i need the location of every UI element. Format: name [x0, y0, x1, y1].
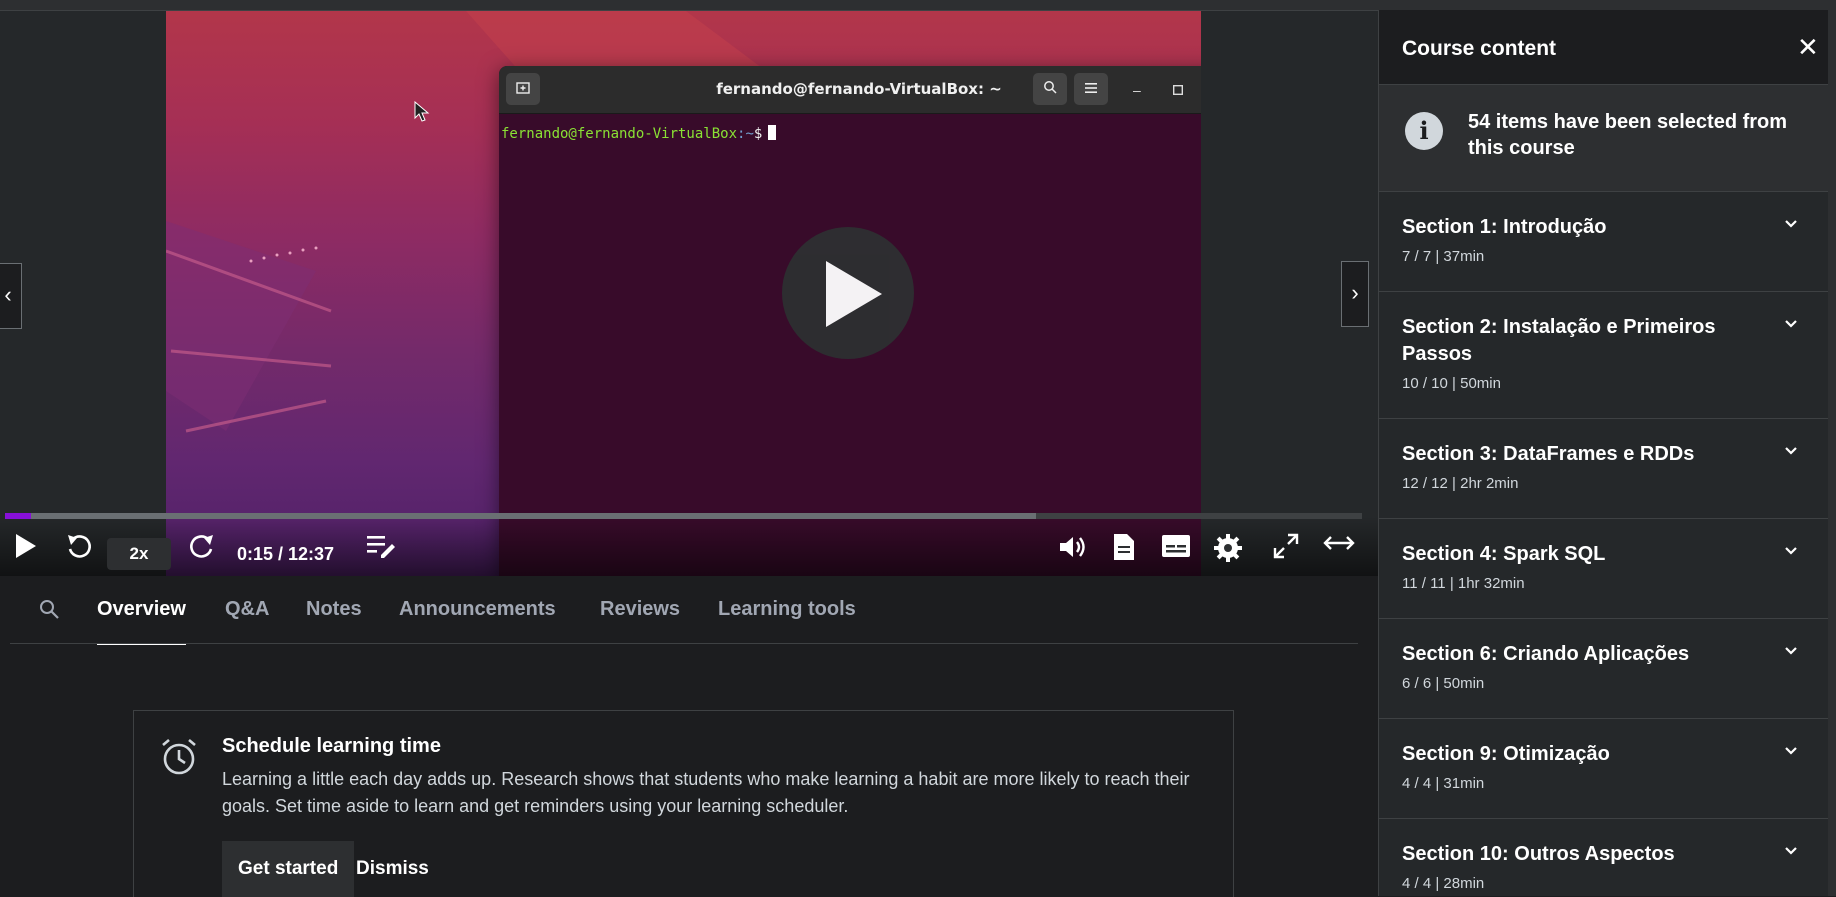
- selection-notice: i 54 items have been selected from this …: [1379, 85, 1836, 192]
- sidebar-title: Course content: [1402, 37, 1557, 60]
- chevron-down-icon: [1785, 647, 1797, 655]
- tab-qa[interactable]: Q&A: [225, 598, 269, 621]
- course-tabs: Overview Q&A Notes Announcements Reviews…: [0, 576, 1378, 645]
- forward-icon: [190, 535, 213, 558]
- mouse-pointer-icon: [414, 101, 430, 122]
- section-meta: 11 / 11 | 1hr 32min: [1402, 575, 1525, 592]
- progress-played: [5, 513, 31, 519]
- captions-icon: [1162, 535, 1190, 557]
- schedule-title: Schedule learning time: [222, 735, 441, 757]
- prompt-path: :~: [737, 126, 754, 142]
- transcript-button[interactable]: [1112, 533, 1136, 566]
- maximize-icon[interactable]: [1172, 82, 1184, 98]
- get-started-button[interactable]: Get started: [222, 841, 355, 897]
- video-player[interactable]: fernando@fernando-VirtualBox: ~ – ✕ fern…: [0, 11, 1378, 576]
- section-title: Section 1: Introdução: [1402, 216, 1607, 238]
- section-6[interactable]: Section 6: Criando Aplicações 6 / 6 | 50…: [1379, 619, 1836, 719]
- play-button[interactable]: [14, 533, 38, 564]
- section-meta: 6 / 6 | 50min: [1402, 675, 1485, 692]
- settings-icon: [1214, 534, 1242, 562]
- section-10[interactable]: Section 10: Outros Aspectos 4 / 4 | 28mi…: [1379, 819, 1836, 896]
- prompt-user: fernando@fernando-VirtualBox: [501, 126, 738, 142]
- sidebar-scrollbar[interactable]: [1828, 10, 1836, 896]
- progress-bar[interactable]: [5, 513, 1362, 519]
- chevron-down-icon: [1785, 220, 1797, 228]
- close-icon[interactable]: ✕: [1797, 32, 1819, 63]
- notes-icon: [367, 536, 395, 558]
- chevron-down-icon: [1785, 847, 1797, 855]
- time-display: 0:15 / 12:37: [237, 544, 335, 564]
- chevron-down-icon: [1785, 320, 1797, 328]
- section-meta: 4 / 4 | 28min: [1402, 875, 1485, 892]
- transcript-icon: [1114, 534, 1134, 560]
- next-lecture-button[interactable]: ›: [1341, 261, 1369, 327]
- terminal-titlebar[interactable]: fernando@fernando-VirtualBox: ~ – ✕: [499, 66, 1201, 114]
- prompt-symbol: $: [753, 126, 763, 142]
- section-3[interactable]: Section 3: DataFrames e RDDs 12 / 12 | 2…: [1379, 419, 1836, 519]
- add-note-button[interactable]: [366, 533, 396, 564]
- section-title: Section 6: Criando Aplicações: [1402, 643, 1690, 665]
- terminal-title: fernando@fernando-VirtualBox: ~: [716, 80, 1002, 98]
- fullscreen-icon: [1273, 533, 1299, 559]
- info-icon: i: [1405, 112, 1443, 150]
- sidebar-header: Course content ✕: [1379, 10, 1836, 85]
- section-9[interactable]: Section 9: Otimização 4 / 4 | 31min: [1379, 719, 1836, 819]
- play-icon: [16, 534, 36, 558]
- hamburger-menu-icon[interactable]: [1074, 73, 1108, 105]
- dismiss-button[interactable]: Dismiss: [340, 841, 445, 897]
- section-meta: 10 / 10 | 50min: [1402, 375, 1501, 392]
- section-2[interactable]: Section 2: Instalação e Primeiros Passos…: [1379, 292, 1836, 419]
- forward-button[interactable]: [189, 533, 215, 566]
- schedule-description: Learning a little each day adds up. Rese…: [222, 769, 1190, 816]
- section-meta: 12 / 12 | 2hr 2min: [1402, 475, 1519, 492]
- chevron-down-icon: [1785, 747, 1797, 755]
- chevron-down-icon: [1785, 447, 1797, 455]
- play-icon: [826, 261, 882, 327]
- expand-button[interactable]: [1323, 533, 1355, 558]
- alarm-clock-icon: [159, 737, 199, 782]
- tab-overview[interactable]: Overview: [97, 598, 186, 645]
- text-cursor: [768, 125, 777, 140]
- section-meta: 4 / 4 | 31min: [1402, 775, 1485, 792]
- terminal-search-icon[interactable]: [1033, 73, 1067, 105]
- selection-notice-text: 54 items have been selected from this co…: [1468, 111, 1788, 159]
- schedule-learning-card: Schedule learning time Learning a little…: [133, 710, 1234, 897]
- section-title: Section 10: Outros Aspectos: [1402, 843, 1675, 865]
- tabs-divider: [10, 643, 1358, 644]
- course-content-sidebar: Course content ✕ i 54 items have been se…: [1378, 10, 1836, 896]
- tab-learning-tools[interactable]: Learning tools: [718, 598, 856, 621]
- section-1[interactable]: Section 1: Introdução 7 / 7 | 37min: [1379, 192, 1836, 292]
- chevron-down-icon: [1785, 547, 1797, 555]
- volume-button[interactable]: [1058, 533, 1086, 566]
- tab-reviews[interactable]: Reviews: [600, 598, 680, 621]
- previous-lecture-button[interactable]: ‹: [0, 263, 22, 329]
- section-4[interactable]: Section 4: Spark SQL 11 / 11 | 1hr 32min: [1379, 519, 1836, 619]
- captions-button[interactable]: [1161, 533, 1191, 564]
- tab-notes[interactable]: Notes: [306, 598, 362, 621]
- tab-announcements[interactable]: Announcements: [399, 598, 556, 621]
- expand-icon: [1323, 536, 1355, 550]
- rewind-icon: [68, 535, 91, 558]
- fullscreen-button[interactable]: [1273, 533, 1299, 564]
- video-frame[interactable]: fernando@fernando-VirtualBox: ~ – ✕ fern…: [166, 11, 1201, 576]
- section-title: Section 4: Spark SQL: [1402, 543, 1606, 565]
- settings-button[interactable]: [1213, 533, 1243, 568]
- rewind-button[interactable]: [66, 533, 92, 566]
- section-title: Section 3: DataFrames e RDDs: [1402, 443, 1695, 465]
- progress-buffered: [5, 513, 1036, 519]
- playback-speed-button[interactable]: 2x: [107, 538, 171, 570]
- volume-icon: [1060, 537, 1085, 557]
- section-meta: 7 / 7 | 37min: [1402, 248, 1485, 265]
- terminal-prompt[interactable]: fernando@fernando-VirtualBox:~$: [501, 125, 777, 142]
- section-title: Section 9: Otimização: [1402, 743, 1610, 765]
- section-title: Section 2: Instalação e Primeiros Passos: [1402, 316, 1716, 365]
- minimize-icon[interactable]: –: [1133, 82, 1141, 98]
- new-tab-icon[interactable]: [506, 73, 540, 105]
- big-play-button[interactable]: [782, 227, 914, 359]
- search-icon[interactable]: [38, 598, 60, 625]
